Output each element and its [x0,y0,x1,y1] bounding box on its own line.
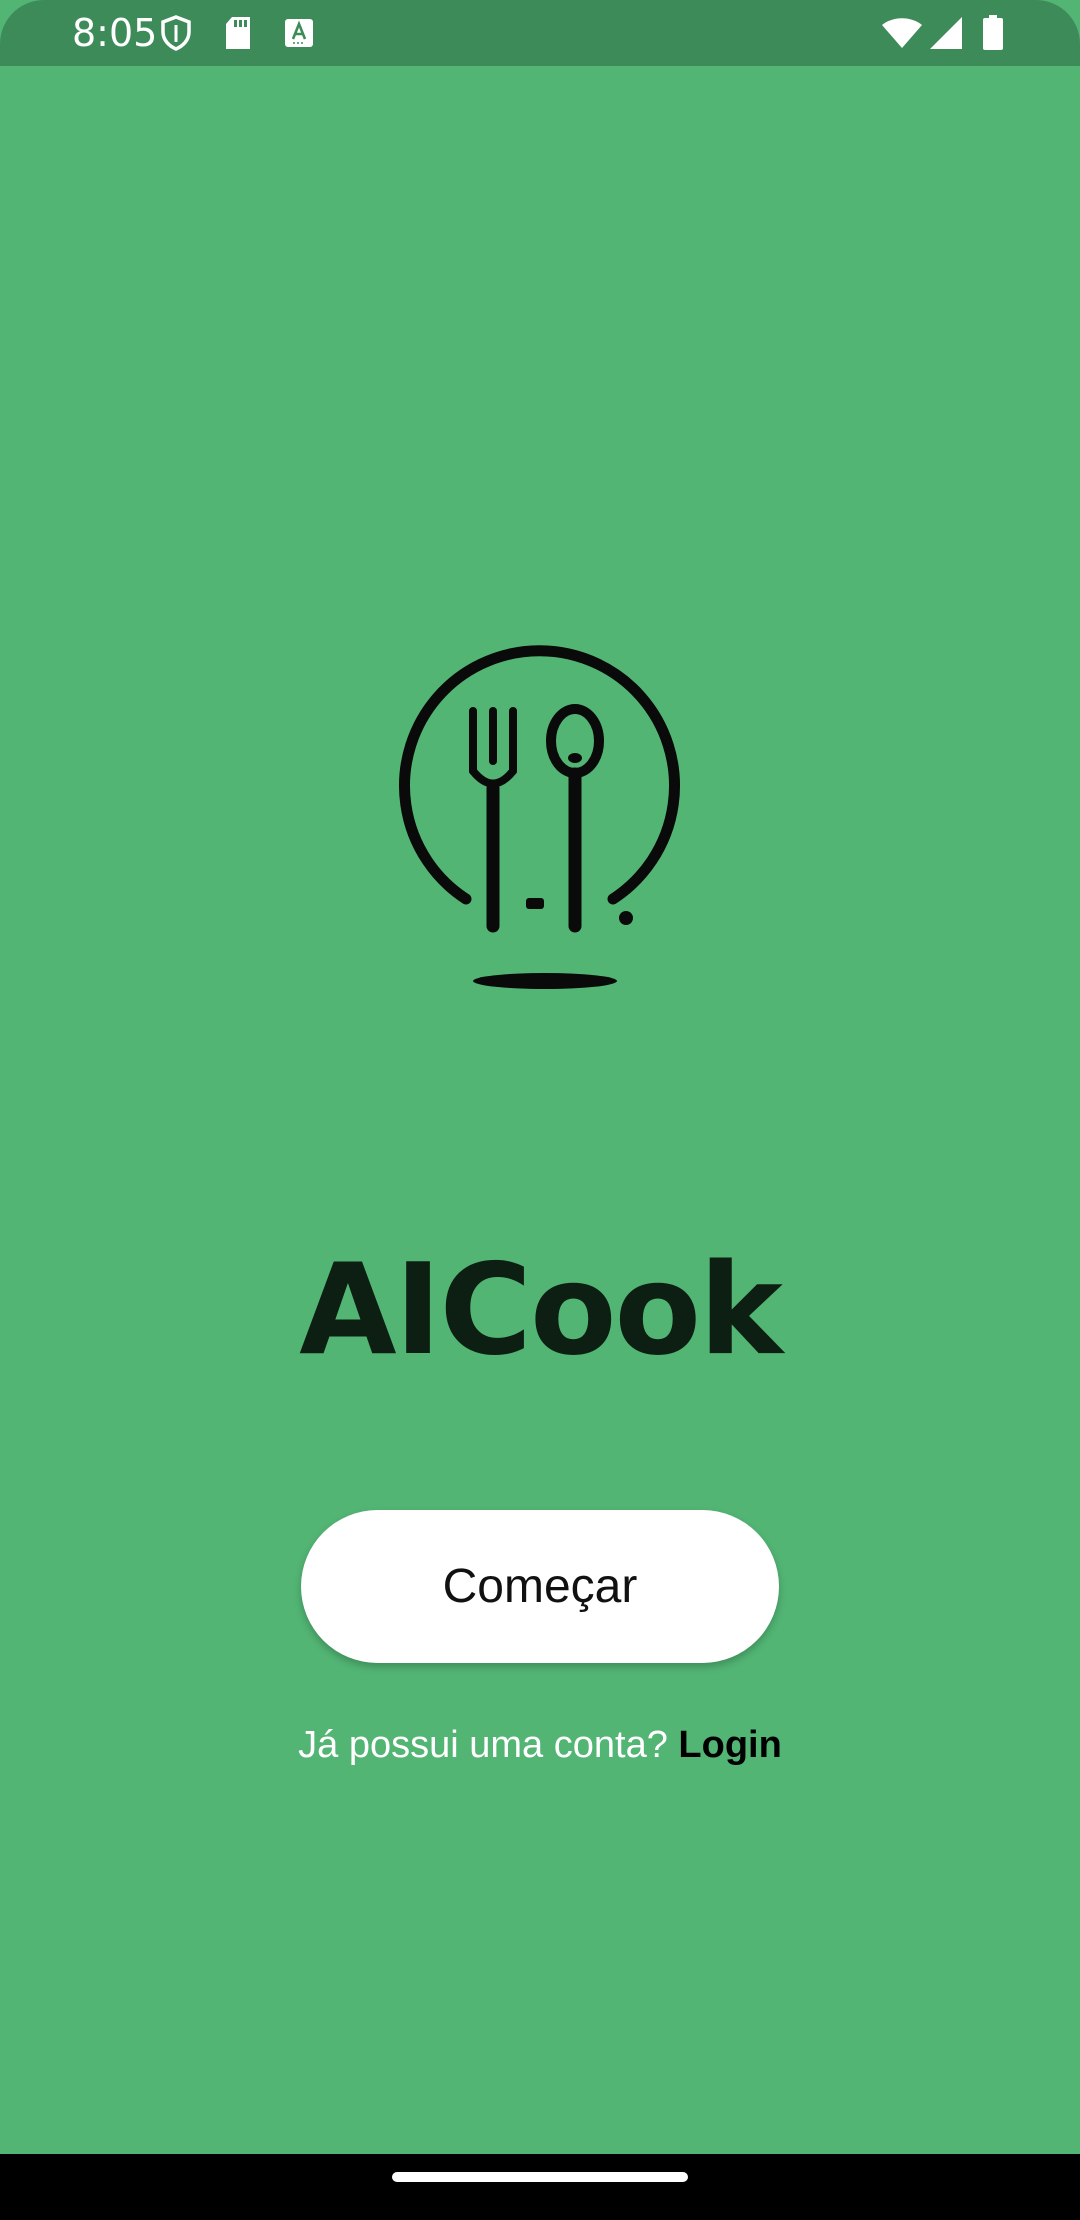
app-name: AICook [299,1236,783,1383]
shield-icon [158,14,194,52]
navigation-bar [0,2154,1080,2220]
status-bar: 8:05 [0,0,1080,66]
signal-icon [926,14,966,52]
status-time: 8:05 [72,11,158,55]
battery-icon [980,14,1006,52]
login-link[interactable]: Login [678,1724,781,1766]
home-indicator[interactable] [392,2172,688,2182]
app-logo [395,636,695,996]
start-button[interactable]: Começar [301,1510,779,1663]
fork-spoon-plate-icon [399,645,680,989]
wifi-icon [880,14,924,52]
login-row: Já possui uma conta? Login [0,1720,1080,1770]
app-screen: 8:05 AICook Começar Já possui uma conta?… [0,0,1080,2220]
text-a-icon [282,14,316,52]
sd-card-icon [222,14,254,52]
login-prompt: Já possui uma conta? [298,1724,679,1766]
